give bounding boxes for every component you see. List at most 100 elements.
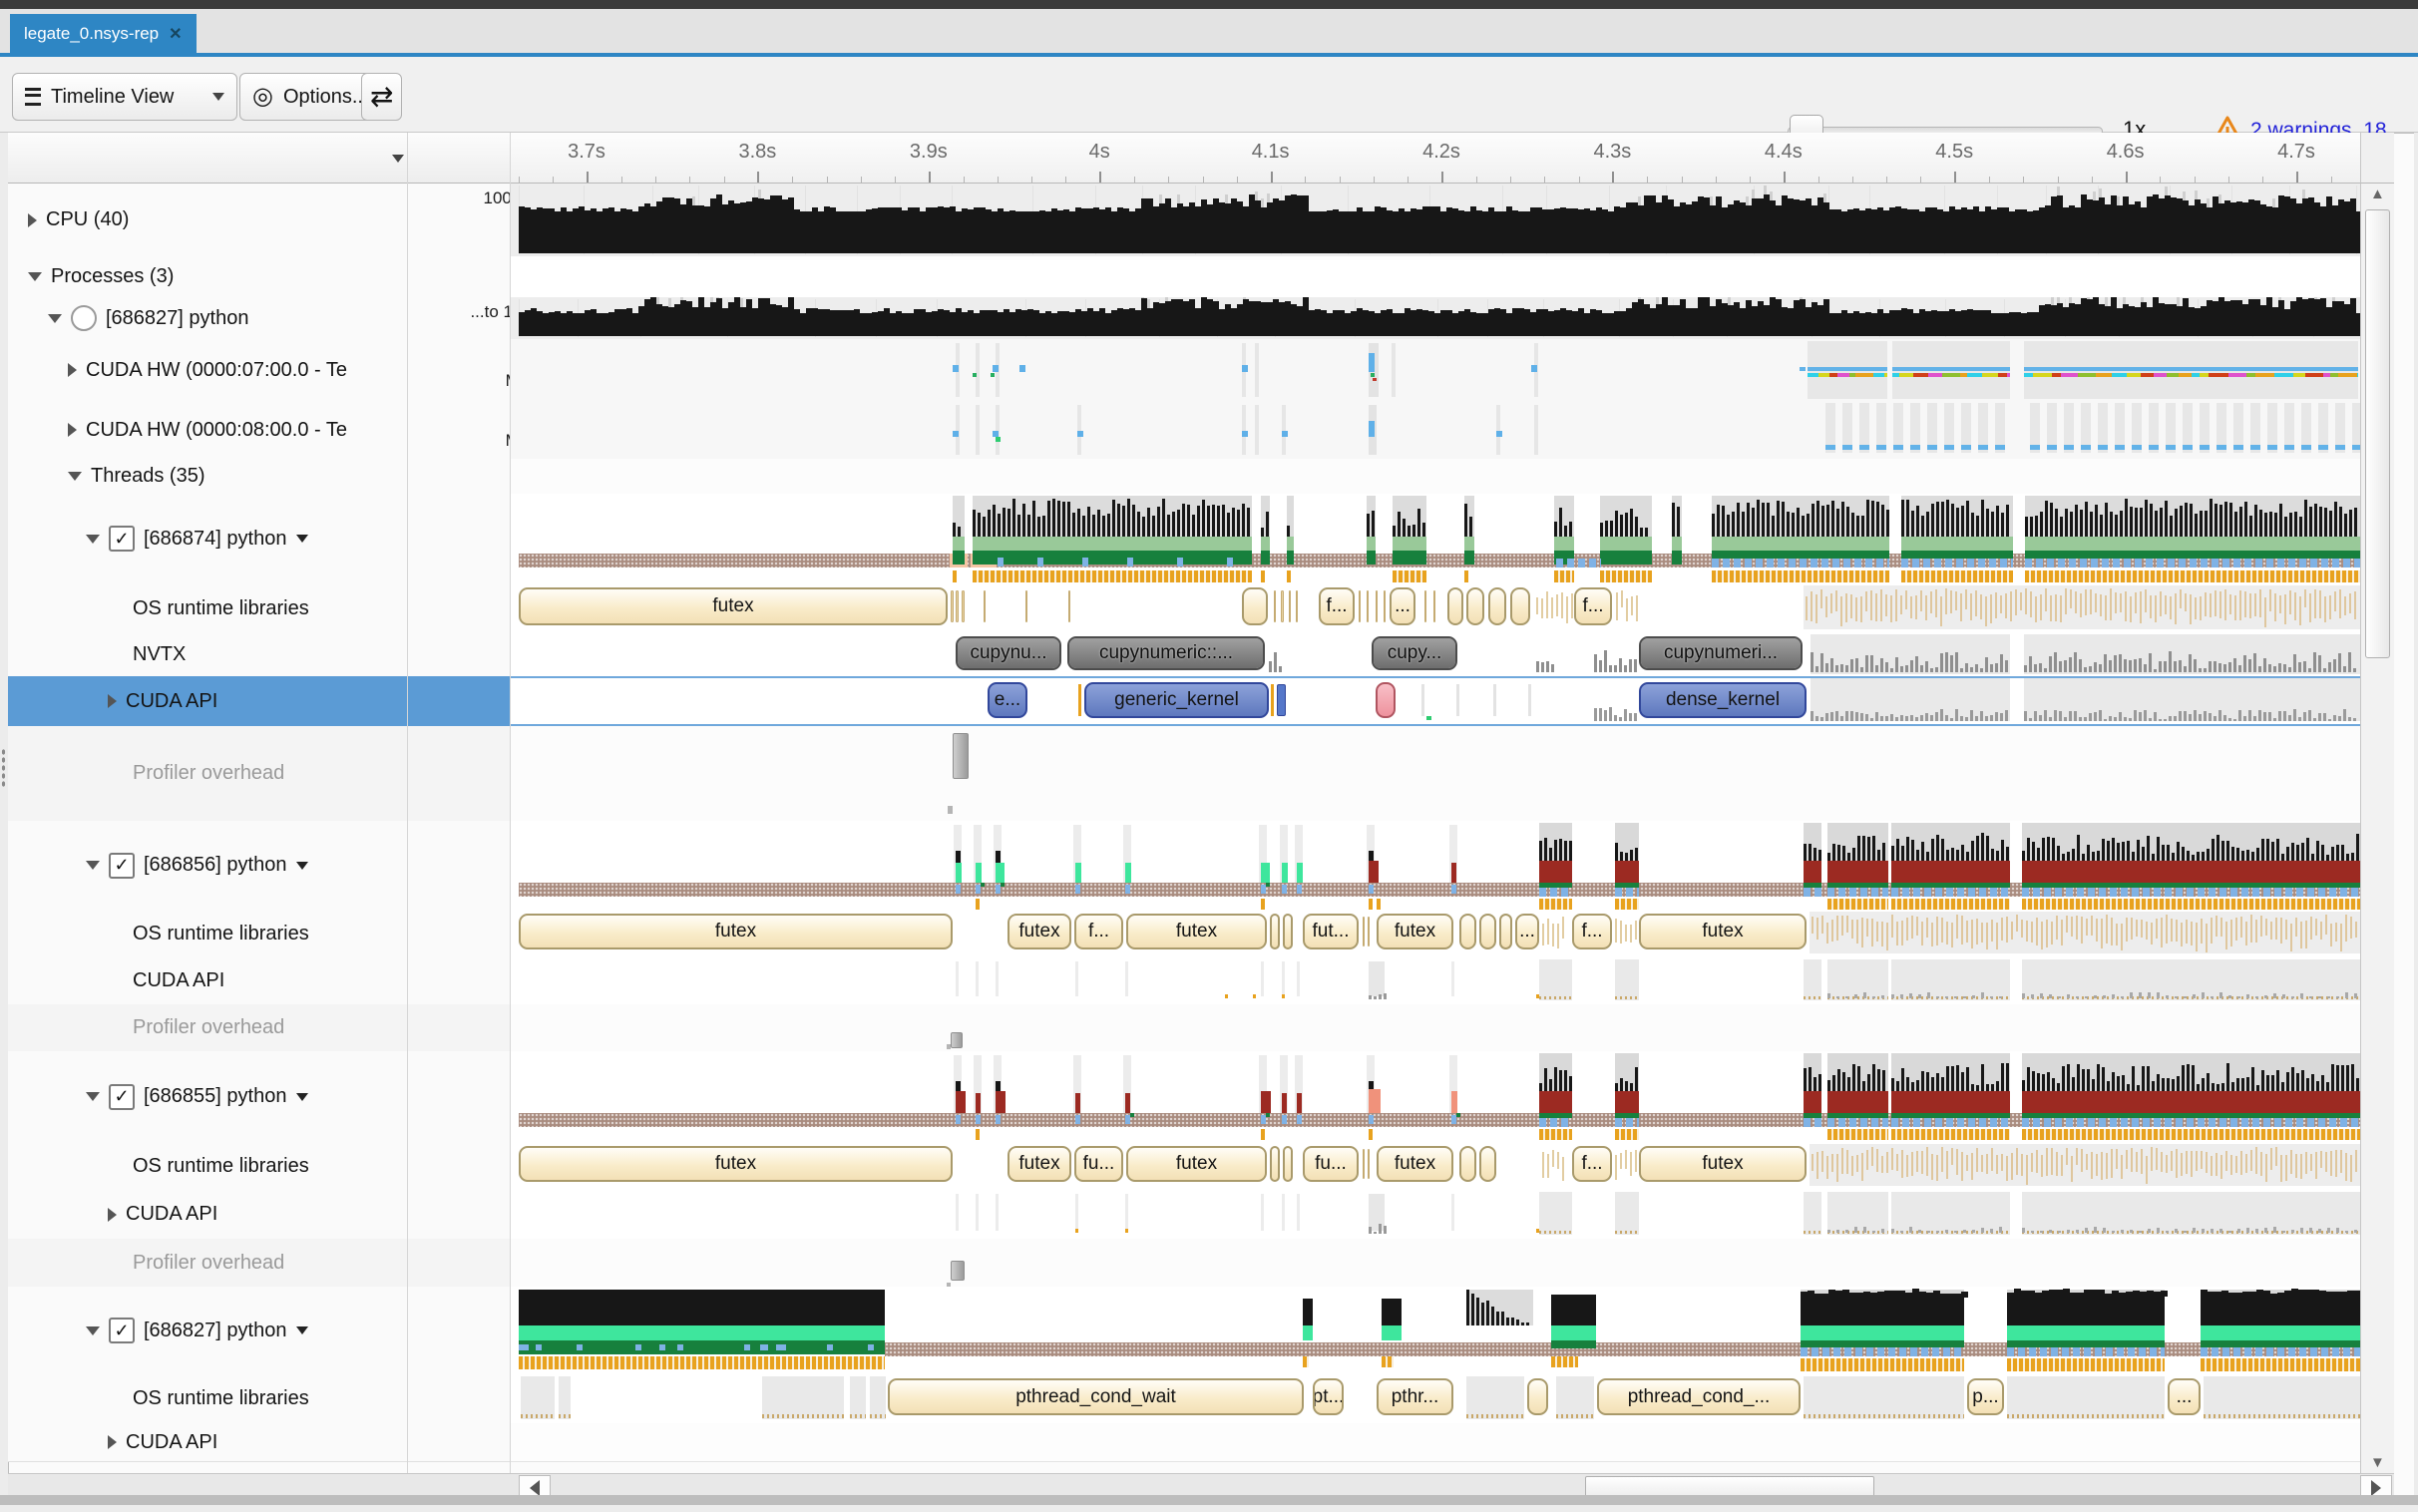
vertical-scrollbar[interactable]: ▲ ▼ bbox=[2360, 184, 2394, 1473]
tree-row-threads-35-[interactable]: Threads (35) bbox=[8, 459, 571, 495]
timeline-track-threads-35-[interactable] bbox=[511, 459, 2360, 495]
os-event-bar-futex[interactable]: futex bbox=[1126, 1146, 1267, 1182]
os-event-sliver[interactable] bbox=[1281, 590, 1284, 622]
nvtx-range-bar[interactable]: cupynumeric::... bbox=[1067, 636, 1265, 670]
timeline-track-cuda-api[interactable] bbox=[511, 1190, 2360, 1240]
os-event-bar[interactable] bbox=[1459, 1146, 1476, 1182]
tree-row--686827-python[interactable]: ✓[686827] python...to 100% bbox=[8, 1287, 589, 1375]
thread-options-caret-icon[interactable] bbox=[296, 862, 308, 870]
os-event-bar-futex[interactable]: futex bbox=[1639, 1146, 1807, 1182]
tab-close-icon[interactable]: ✕ bbox=[169, 24, 182, 44]
expand-icon[interactable] bbox=[28, 213, 37, 227]
row-header-corner[interactable] bbox=[8, 133, 511, 184]
collapse-icon[interactable] bbox=[86, 535, 100, 544]
os-event-bar-futex[interactable]: futex bbox=[1639, 914, 1807, 949]
os-event-sliver[interactable] bbox=[951, 590, 954, 622]
os-event-bar-f[interactable]: f... bbox=[1574, 587, 1612, 625]
column-splitter[interactable] bbox=[407, 133, 408, 1473]
os-event-sliver[interactable] bbox=[1274, 590, 1276, 622]
os-event-bar[interactable] bbox=[1499, 914, 1512, 949]
os-event-bar-futex[interactable]: futex bbox=[519, 914, 953, 949]
os-event-bar-fu[interactable]: fu... bbox=[1303, 1146, 1359, 1182]
cuda-event-sliver[interactable] bbox=[1277, 684, 1286, 716]
os-event-sliver[interactable] bbox=[1424, 590, 1426, 622]
tree-row--686827-python[interactable]: [686827] python...to 100% bbox=[8, 297, 551, 340]
collapse-icon[interactable] bbox=[86, 861, 100, 870]
cuda-kernel-bar[interactable]: generic_kernel bbox=[1084, 682, 1269, 718]
os-event-bar[interactable] bbox=[1459, 914, 1476, 949]
os-event-bar-f[interactable]: f... bbox=[1572, 1146, 1612, 1182]
timeline-track-os-runtime-libraries[interactable]: futexfutexfu...futexfu...futexf...futex bbox=[511, 1142, 2360, 1191]
os-event-sliver[interactable] bbox=[1367, 590, 1369, 622]
tree-row--686855-python[interactable]: ✓[686855] python...to 100% bbox=[8, 1051, 589, 1143]
tree-row-cuda-hw-0000-08-00-0-te[interactable]: CUDA HW (0000:08:00.0 - TeKernelMemory bbox=[8, 401, 571, 460]
os-event-bar-fu[interactable]: fu... bbox=[1074, 1146, 1123, 1182]
profiler-overhead-bar[interactable] bbox=[953, 733, 969, 779]
timeline-track-os-runtime-libraries[interactable]: pthread_cond_waitpt...pthr...pthread_con… bbox=[511, 1374, 2360, 1424]
os-event-bar-[interactable]: ... bbox=[1390, 587, 1415, 625]
timeline-track-cuda-api[interactable] bbox=[511, 1423, 2360, 1462]
collapse-icon[interactable] bbox=[86, 1326, 100, 1335]
nvtx-range-bar[interactable]: cupy... bbox=[1372, 636, 1457, 670]
os-event-sliver[interactable] bbox=[1433, 590, 1435, 622]
tree-row--686874-python[interactable]: ✓[686874] python...to 100% bbox=[8, 494, 589, 584]
timeline-track-cuda-api[interactable] bbox=[511, 957, 2360, 1005]
vertical-scrollbar-thumb[interactable] bbox=[2365, 209, 2390, 658]
os-event-bar[interactable] bbox=[1270, 1146, 1280, 1182]
os-event-bar-fut[interactable]: fut... bbox=[1303, 914, 1359, 949]
expand-icon[interactable] bbox=[108, 1208, 117, 1222]
timeline-track--686827-python[interactable] bbox=[511, 1287, 2360, 1375]
os-event-bar[interactable] bbox=[1447, 587, 1463, 625]
expand-icon[interactable] bbox=[68, 423, 77, 437]
tree-row--686856-python[interactable]: ✓[686856] python...to 100% bbox=[8, 821, 589, 911]
timeline-track-profiler-overhead[interactable] bbox=[511, 1239, 2360, 1288]
timeline-track-nvtx[interactable]: cupynu...cupynumeric::...cupy...cupynume… bbox=[511, 633, 2360, 677]
os-event-sliver[interactable] bbox=[1359, 590, 1361, 622]
os-event-bar[interactable] bbox=[1283, 1146, 1293, 1182]
timeline-track--686856-python[interactable] bbox=[511, 821, 2360, 911]
collapse-icon[interactable] bbox=[48, 314, 62, 323]
panel-splitter[interactable] bbox=[510, 133, 511, 1473]
tab-report[interactable]: legate_0.nsys-rep ✕ bbox=[10, 14, 197, 53]
os-event-bar-futex[interactable]: futex bbox=[1008, 914, 1071, 949]
collapse-icon[interactable] bbox=[68, 472, 82, 481]
timeline-ruler[interactable]: 3.7s3.8s3.9s4s4.1s4.2s4.3s4.4s4.5s4.6s4.… bbox=[511, 133, 2360, 184]
collapse-icon[interactable] bbox=[86, 1092, 100, 1101]
os-event-sliver[interactable] bbox=[1368, 917, 1370, 946]
thread-visibility-checkbox[interactable]: ✓ bbox=[109, 526, 135, 552]
swap-view-button[interactable]: ⇄ bbox=[361, 73, 402, 121]
timeline-track-os-runtime-libraries[interactable]: futexfutexf...futexfut...futex...f...fut… bbox=[511, 910, 2360, 958]
os-event-bar[interactable] bbox=[1488, 587, 1506, 625]
os-event-bar-futex[interactable]: futex bbox=[1377, 1146, 1453, 1182]
os-event-sliver[interactable] bbox=[1363, 917, 1365, 946]
timeline-track-os-runtime-libraries[interactable]: futexf......f... bbox=[511, 583, 2360, 634]
os-event-bar-futex[interactable]: futex bbox=[519, 1146, 953, 1182]
os-event-bar-futex[interactable]: futex bbox=[1126, 914, 1267, 949]
expand-icon[interactable] bbox=[108, 1435, 117, 1449]
expand-icon[interactable] bbox=[108, 694, 117, 708]
tree-row-processes-3-[interactable]: Processes (3) bbox=[8, 256, 531, 298]
os-event-bar[interactable] bbox=[1283, 914, 1293, 949]
timeline-track--686855-python[interactable] bbox=[511, 1051, 2360, 1143]
thread-options-caret-icon[interactable] bbox=[296, 1093, 308, 1101]
timeline-track-profiler-overhead[interactable] bbox=[511, 726, 2360, 822]
profiler-overhead-bar[interactable] bbox=[951, 1032, 963, 1048]
timeline-track-profiler-overhead[interactable] bbox=[511, 1004, 2360, 1052]
column-filter-caret-icon[interactable] bbox=[392, 155, 404, 163]
profiler-overhead-bar[interactable] bbox=[951, 1261, 965, 1281]
os-event-sliver[interactable] bbox=[1368, 1149, 1370, 1179]
timeline-track-cuda-api[interactable]: e...generic_kerneldense_kernel bbox=[511, 676, 2360, 727]
os-event-bar-futex[interactable]: futex bbox=[519, 587, 948, 625]
thread-visibility-checkbox[interactable]: ✓ bbox=[109, 853, 135, 879]
thread-options-caret-icon[interactable] bbox=[296, 535, 308, 543]
os-event-bar[interactable] bbox=[1527, 1378, 1548, 1415]
os-event-bar[interactable] bbox=[1479, 914, 1496, 949]
thread-visibility-checkbox[interactable]: ✓ bbox=[109, 1084, 135, 1110]
os-event-sliver[interactable] bbox=[1068, 590, 1070, 622]
os-event-sliver[interactable] bbox=[956, 590, 959, 622]
cuda-kernel-bar[interactable]: e... bbox=[988, 682, 1027, 718]
os-event-sliver[interactable] bbox=[984, 590, 986, 622]
timeline-track-cuda-hw-0000-08-00-0-te[interactable] bbox=[511, 401, 2360, 460]
os-event-bar[interactable] bbox=[1270, 914, 1280, 949]
os-event-sliver[interactable] bbox=[962, 590, 965, 622]
